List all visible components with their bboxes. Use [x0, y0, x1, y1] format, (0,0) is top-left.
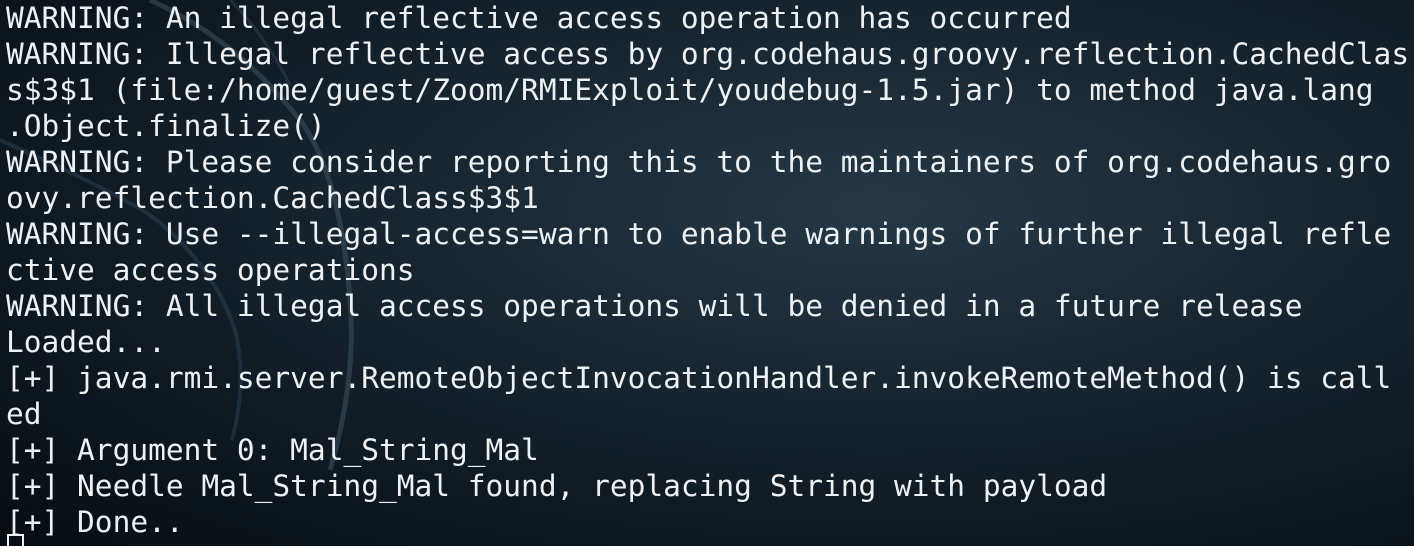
terminal-cursor — [7, 534, 24, 546]
terminal-line: WARNING: An illegal reflective access op… — [6, 1, 1072, 35]
terminal-line: ed — [6, 397, 42, 431]
terminal-line: ovy.reflection.CachedClass$3$1 — [6, 181, 539, 215]
terminal-line: WARNING: Please consider reporting this … — [6, 145, 1392, 179]
terminal-line: ctive access operations — [6, 253, 415, 287]
terminal-line: Loaded... — [6, 325, 166, 359]
terminal-line: WARNING: All illegal access operations w… — [6, 289, 1303, 323]
terminal-line: s$3$1 (file:/home/guest/Zoom/RMIExploit/… — [6, 73, 1374, 107]
terminal-line: WARNING: Use --illegal-access=warn to en… — [6, 217, 1392, 251]
terminal-line: [+] Argument 0: Mal_String_Mal — [6, 433, 539, 467]
terminal-line: WARNING: Illegal reflective access by or… — [6, 37, 1410, 71]
terminal-line: .Object.finalize() — [6, 109, 326, 143]
terminal-line: [+] Needle Mal_String_Mal found, replaci… — [6, 469, 1108, 503]
terminal-line: [+] Done.. — [6, 505, 184, 539]
terminal-window[interactable]: WARNING: An illegal reflective access op… — [0, 0, 1414, 546]
terminal-line: [+] java.rmi.server.RemoteObjectInvocati… — [6, 361, 1392, 395]
terminal-output: WARNING: An illegal reflective access op… — [6, 0, 1409, 540]
